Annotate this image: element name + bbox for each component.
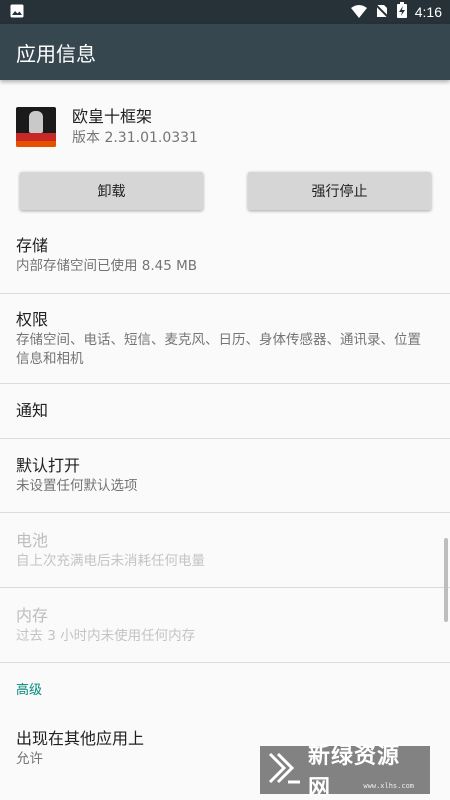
pref-permissions[interactable]: 权限 存储空间、电话、短信、麦克风、日历、身体传感器、通讯录、位置信息和相机 <box>0 294 450 384</box>
app-name: 欧皇十框架 <box>72 107 153 126</box>
status-bar: 4:16 <box>0 0 450 24</box>
scrollbar[interactable] <box>444 538 448 622</box>
category-advanced-title: 高级 <box>16 682 43 698</box>
pref-notifications-title: 通知 <box>16 401 49 420</box>
action-buttons: 卸载 强行停止 <box>0 172 450 218</box>
uninstall-button[interactable]: 卸载 <box>20 172 203 210</box>
category-advanced: 高级 <box>0 663 450 713</box>
app-version: 版本 2.31.01.0331 <box>72 130 198 146</box>
settings-content[interactable]: 欧皇十框架 版本 2.31.01.0331 卸载 强行停止 存储 内部存储空间已… <box>0 80 450 800</box>
pref-open-by-default-summary: 未设置任何默认选项 <box>16 478 138 494</box>
watermark: 新绿资源网 www.xlhs.com <box>260 744 430 800</box>
pref-battery: 电池 自上次充满电后未消耗任何电量 <box>0 513 450 588</box>
pref-storage[interactable]: 存储 内部存储空间已使用 8.45 MB <box>0 218 450 294</box>
app-bar: 应用信息 <box>0 24 450 80</box>
pref-battery-title: 电池 <box>16 530 49 550</box>
page-title: 应用信息 <box>16 41 96 66</box>
pref-storage-summary: 内部存储空间已使用 8.45 MB <box>16 258 198 274</box>
pref-open-by-default-title: 默认打开 <box>16 456 81 475</box>
app-icon <box>16 107 56 147</box>
pref-open-by-default[interactable]: 默认打开 未设置任何默认选项 <box>0 439 450 513</box>
battery-charging-icon <box>396 2 407 22</box>
watermark-text: 新绿资源网 <box>308 744 401 800</box>
app-header: 欧皇十框架 版本 2.31.01.0331 <box>0 80 450 156</box>
no-sim-icon <box>375 3 389 22</box>
status-time: 4:16 <box>414 4 442 20</box>
pref-battery-summary: 自上次充满电后未消耗任何电量 <box>16 552 205 569</box>
pref-storage-title: 存储 <box>16 236 49 255</box>
watermark-logo-icon <box>268 752 302 788</box>
watermark-url: www.xlhs.com <box>363 782 414 790</box>
image-notification-icon <box>10 3 24 22</box>
pref-memory: 内存 过去 3 小时内未使用任何内存 <box>0 588 450 663</box>
pref-memory-summary: 过去 3 小时内未使用任何内存 <box>16 627 196 644</box>
force-stop-button[interactable]: 强行停止 <box>248 172 431 210</box>
wifi-icon <box>350 3 367 22</box>
pref-permissions-title: 权限 <box>16 309 49 329</box>
pref-memory-title: 内存 <box>16 605 49 625</box>
pref-notifications[interactable]: 通知 <box>0 384 450 439</box>
pref-permissions-summary: 存储空间、电话、短信、麦克风、日历、身体传感器、通讯录、位置信息和相机 <box>16 331 421 367</box>
